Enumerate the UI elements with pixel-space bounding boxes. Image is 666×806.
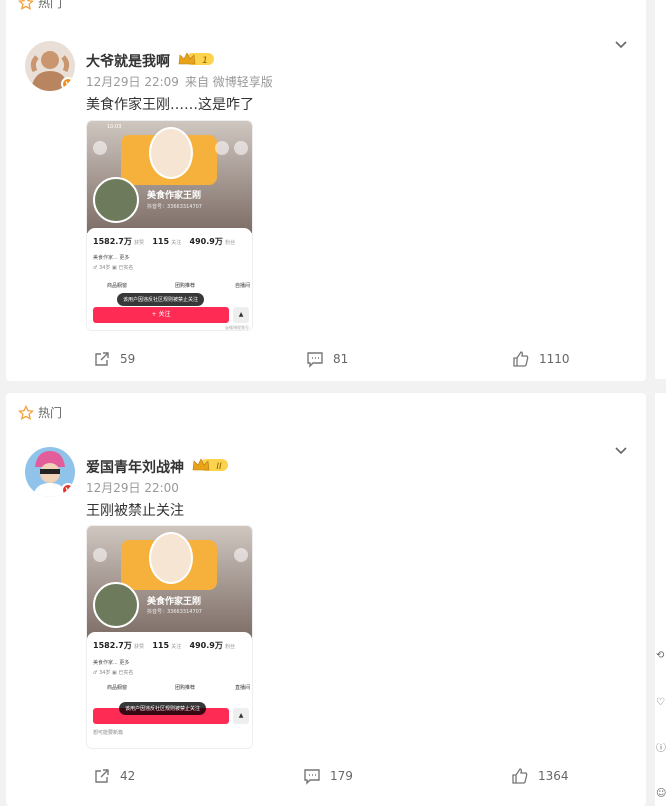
avatar[interactable]: v <box>25 41 75 91</box>
right-sidebar-top <box>655 0 666 379</box>
post-meta: 12月29日 22:00 <box>86 479 179 496</box>
phone-time: 10:03 <box>107 124 122 130</box>
back-icon <box>93 548 107 562</box>
like-button[interactable]: 1110 <box>512 350 570 368</box>
svg-text:1: 1 <box>202 56 208 66</box>
comment-icon <box>304 769 320 785</box>
hot-tag: 热门 <box>18 404 62 421</box>
chevron-down-icon[interactable] <box>614 37 628 51</box>
like-icon <box>512 768 528 784</box>
tile-groupbuy: 团购推荐 <box>175 685 196 691</box>
more-button: ▲ <box>233 708 249 724</box>
username[interactable]: 爱国青年刘战神 <box>86 457 184 477</box>
hot-label: 热门 <box>38 0 63 10</box>
svg-text:II: II <box>216 462 222 472</box>
like-icon <box>513 351 529 367</box>
tile-live: 直播间 <box>235 685 251 691</box>
search-icon <box>215 141 229 155</box>
comment-count: 179 <box>330 769 353 783</box>
post-meta: 12月29日 22:09 来自 微博轻享版 <box>86 73 273 90</box>
post-source[interactable]: 来自 微博轻享版 <box>185 75 273 89</box>
cartoon-face <box>149 532 193 584</box>
post-text: 美食作家王刚……这是咋了 <box>86 97 254 113</box>
repost-count: 59 <box>120 352 136 366</box>
post-date[interactable]: 12月29日 22:00 <box>86 481 179 495</box>
refresh-icon[interactable]: ⟲ <box>656 650 666 662</box>
comment-button[interactable]: 179 <box>303 767 353 785</box>
toast: 该用户因违反社区规则被禁止关注 <box>119 702 207 715</box>
profile-id: 抖音号：33663314707 <box>147 204 202 210</box>
like-count: 1110 <box>539 352 570 366</box>
profile-link-line: 想可能要新篇 <box>93 730 124 736</box>
profile-tags: ♂ 34岁 ▣ 已实名 <box>93 670 134 676</box>
feed-card: 热门 v 爱国青年刘战神 II 12月29日 22:00 王刚被禁止关注 美食作… <box>6 393 646 806</box>
repost-icon <box>95 352 109 366</box>
post-image[interactable]: 10:03 美食作家王刚 抖音号：33663314707 1582.7万 获赞 … <box>86 120 253 331</box>
level-badge-icon: 1 <box>178 52 214 66</box>
like-count: 1364 <box>538 769 569 783</box>
info-icon[interactable]: ⓘ <box>656 743 666 755</box>
user-icon[interactable]: ☺ <box>656 788 666 800</box>
profile-tags: ♂ 34岁 ▣ 已实名 <box>93 265 134 271</box>
follow-button: + 关注 <box>93 307 229 323</box>
profile-avatar <box>93 582 139 628</box>
repost-icon <box>95 769 109 783</box>
verified-badge-icon: v <box>61 483 75 497</box>
repost-button[interactable]: 59 <box>93 350 135 368</box>
repost-count: 42 <box>120 769 136 783</box>
username[interactable]: 大爷就是我啊 <box>86 51 170 71</box>
avatar[interactable]: v <box>25 447 75 497</box>
profile-stats: 1582.7万 获赞 115 关注 490.9万 粉丝 <box>93 237 236 246</box>
more-icon <box>234 548 248 562</box>
tile-live: 自播间 <box>235 283 251 289</box>
watermark: @微博视频号 <box>225 325 249 330</box>
cartoon-face <box>149 127 193 179</box>
action-bar: 59 81 1110 <box>6 350 646 372</box>
level-badge-icon: II <box>192 458 228 472</box>
more-icon <box>234 141 248 155</box>
profile-name: 美食作家王刚 <box>147 191 202 201</box>
back-icon <box>93 141 107 155</box>
profile-bio: 美食作家... 更多 <box>93 255 130 261</box>
verified-badge-icon: v <box>61 77 75 91</box>
action-bar: 42 179 1364 <box>6 767 646 789</box>
comment-count: 81 <box>333 352 349 366</box>
post-image[interactable]: 美食作家王刚 抖音号：33663314707 1582.7万 获赞 115 关注… <box>86 525 253 749</box>
heart-icon[interactable]: ♡ <box>656 697 666 709</box>
tile-groupbuy: 团购推荐 <box>175 283 196 289</box>
profile-bio: 美食作家... 更多 <box>93 660 130 666</box>
comment-button[interactable]: 81 <box>306 350 348 368</box>
star-icon <box>18 404 34 420</box>
profile-avatar <box>93 177 139 223</box>
hot-label: 热门 <box>38 406 63 420</box>
tile-shop: 商品橱窗 <box>107 283 128 289</box>
feed-card: 热门 v 大爷就是我啊 1 12月29日 22:09 来自 微博轻享版 美食作家王… <box>6 0 646 381</box>
repost-button[interactable]: 42 <box>93 767 135 785</box>
more-button: ▲ <box>233 307 249 323</box>
profile-id: 抖音号：33663314707 <box>147 609 202 615</box>
comment-icon <box>307 352 323 368</box>
toast: 该用户因违反社区规则被禁止关注 <box>117 293 205 306</box>
chevron-down-icon[interactable] <box>614 443 628 457</box>
star-icon <box>18 0 34 10</box>
post-date[interactable]: 12月29日 22:09 <box>86 75 179 89</box>
like-button[interactable]: 1364 <box>511 767 569 785</box>
post-text: 王刚被禁止关注 <box>86 503 184 519</box>
profile-stats: 1582.7万 获赞 115 关注 490.9万 粉丝 <box>93 641 236 650</box>
tile-shop: 商品橱窗 <box>107 685 128 691</box>
hot-tag: 热门 <box>18 0 62 11</box>
profile-name: 美食作家王刚 <box>147 597 202 607</box>
